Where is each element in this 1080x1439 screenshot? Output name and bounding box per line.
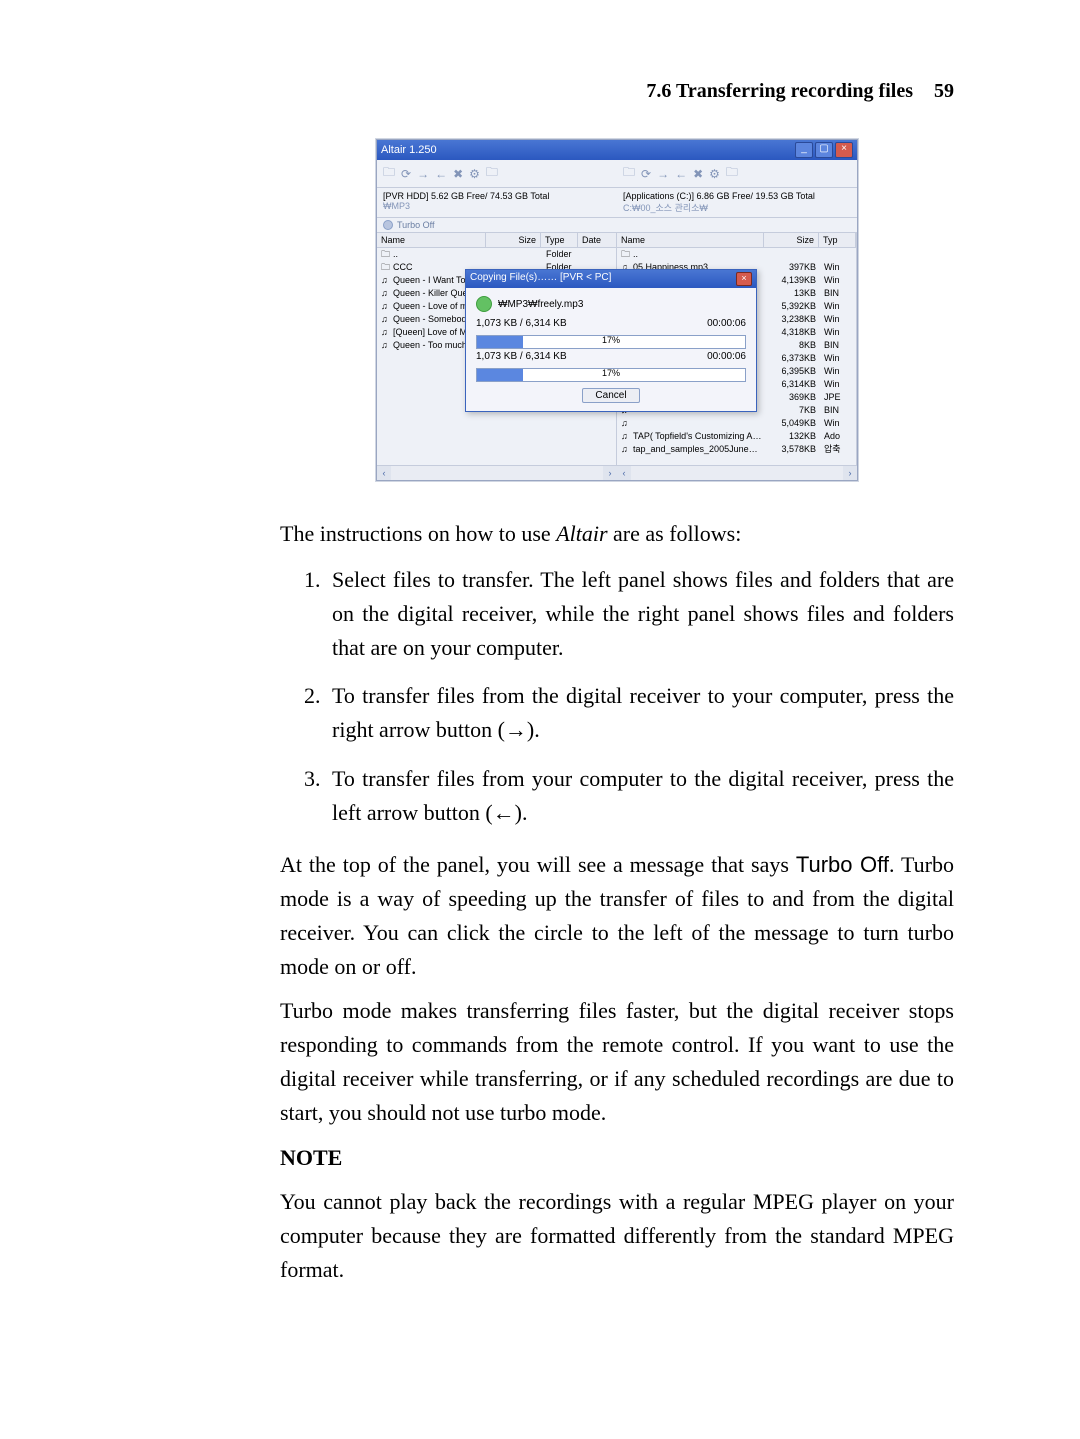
dialog-time-1: 00:00:06 — [696, 318, 746, 329]
refresh-icon[interactable]: ⟳ — [641, 167, 651, 181]
bottom-scroll: ‹ › ‹ › — [377, 465, 857, 480]
section-title: 7.6 Transferring recording files — [646, 80, 913, 102]
dialog-time-2: 00:00:06 — [696, 351, 746, 362]
arrow-left-icon[interactable]: → — [657, 167, 669, 181]
col-type[interactable]: Type — [541, 233, 578, 247]
right-caption: [Applications (C:)] 6.86 GB Free/ 19.53 … — [623, 191, 851, 201]
progress-percent-1: 17% — [602, 335, 620, 345]
intro-pre: The instructions on how to use — [280, 521, 556, 546]
left-caption: [PVR HDD] 5.62 GB Free/ 74.53 GB Total — [383, 191, 611, 201]
copy-dialog: Copying File(s)…… [PVR < PC] × ₩MP3₩free… — [465, 269, 757, 412]
turbo-para-pre: At the top of the panel, you will see a … — [280, 852, 796, 877]
list-item[interactable]: ♫TAP( Topfield's Customizing API) v1.22.… — [617, 430, 856, 443]
settings-icon[interactable]: ⚙ — [709, 167, 720, 181]
step-1: Select files to transfer. The left panel… — [326, 563, 954, 665]
note-body: You cannot play back the recordings with… — [280, 1185, 954, 1287]
folder-icon[interactable]: 🗀 — [383, 163, 395, 184]
right-subpath: C:₩00_소스 관리소₩ — [623, 201, 851, 214]
refresh-icon[interactable]: ⟳ — [401, 167, 411, 181]
delete-icon[interactable]: ✖ — [693, 167, 703, 181]
close-icon[interactable]: × — [835, 142, 853, 158]
list-item[interactable]: 🗀.. — [617, 248, 856, 261]
new-folder-icon[interactable]: 🗀 — [726, 163, 738, 184]
step-3: To transfer files from your computer to … — [326, 762, 954, 830]
settings-icon[interactable]: ⚙ — [469, 167, 480, 181]
left-subpath: ₩MP3 — [383, 201, 611, 211]
note-heading: NOTE — [280, 1141, 954, 1175]
list-item[interactable]: ♫5,049KBWin — [617, 417, 856, 430]
new-folder-icon[interactable]: 🗀 — [486, 163, 498, 184]
intro-app-name: Altair — [556, 521, 607, 546]
dialog-kb-2: 1,073 KB / 6,314 KB — [476, 351, 690, 362]
turbo-off-inline: Turbo Off — [796, 852, 889, 877]
minimize-icon[interactable]: _ — [795, 142, 813, 158]
turbo-para-2: Turbo mode makes transferring files fast… — [280, 994, 954, 1130]
scroll-right-icon[interactable]: › — [603, 466, 617, 480]
arrow-left-icon[interactable]: → — [417, 167, 429, 181]
screenshot-window: Altair 1.250 _ ▢ × 🗀 ⟳ → ← ✖ ⚙ 🗀 🗀 ⟳ → ← — [376, 139, 858, 481]
body-text: The instructions on how to use Altair ar… — [280, 517, 954, 1287]
scroll-left-icon[interactable]: ‹ — [377, 466, 391, 480]
delete-icon[interactable]: ✖ — [453, 167, 463, 181]
col-name[interactable]: Name — [617, 233, 764, 247]
turbo-label: Turbo Off — [397, 220, 435, 230]
list-item[interactable]: 🗀..Folder — [377, 248, 616, 261]
window-title: Altair 1.250 — [381, 144, 437, 156]
scroll-left-icon[interactable]: ‹ — [617, 466, 631, 480]
col-size[interactable]: Size — [764, 233, 819, 247]
col-typ[interactable]: Typ — [819, 233, 856, 247]
file-progress-icon — [476, 296, 492, 312]
progress-percent-2: 17% — [602, 368, 620, 378]
progress-bar-2: 17% — [476, 368, 746, 382]
turbo-toggle[interactable]: Turbo Off — [377, 218, 857, 233]
col-date[interactable]: Date — [578, 233, 616, 247]
close-icon[interactable]: × — [736, 272, 752, 286]
arrow-right-icon[interactable]: ← — [435, 167, 447, 181]
page-number: 59 — [934, 80, 954, 102]
col-size[interactable]: Size — [486, 233, 541, 247]
running-header: 7.6 Transferring recording files 59 — [280, 80, 954, 103]
turbo-indicator-icon[interactable] — [383, 220, 393, 230]
cancel-button[interactable]: Cancel — [582, 388, 639, 403]
list-item[interactable]: ♫tap_and_samples_2005June03.zip3,578KB압축 — [617, 443, 856, 456]
dialog-kb-1: 1,073 KB / 6,314 KB — [476, 318, 690, 329]
col-name[interactable]: Name — [377, 233, 486, 247]
maximize-icon[interactable]: ▢ — [815, 142, 833, 158]
arrow-right-icon[interactable]: ← — [675, 167, 687, 181]
folder-icon[interactable]: 🗀 — [623, 163, 635, 184]
intro-tail: are as follows: — [608, 521, 742, 546]
titlebar: Altair 1.250 _ ▢ × — [377, 140, 857, 160]
toolbar: 🗀 ⟳ → ← ✖ ⚙ 🗀 🗀 ⟳ → ← ✖ ⚙ 🗀 — [377, 160, 857, 188]
step-2: To transfer files from the digital recei… — [326, 679, 954, 747]
dialog-title: Copying File(s)…… [PVR < PC] — [470, 272, 611, 286]
progress-bar-1: 17% — [476, 335, 746, 349]
scroll-right-icon[interactable]: › — [843, 466, 857, 480]
dialog-file-name: ₩MP3₩freely.mp3 — [498, 299, 583, 310]
